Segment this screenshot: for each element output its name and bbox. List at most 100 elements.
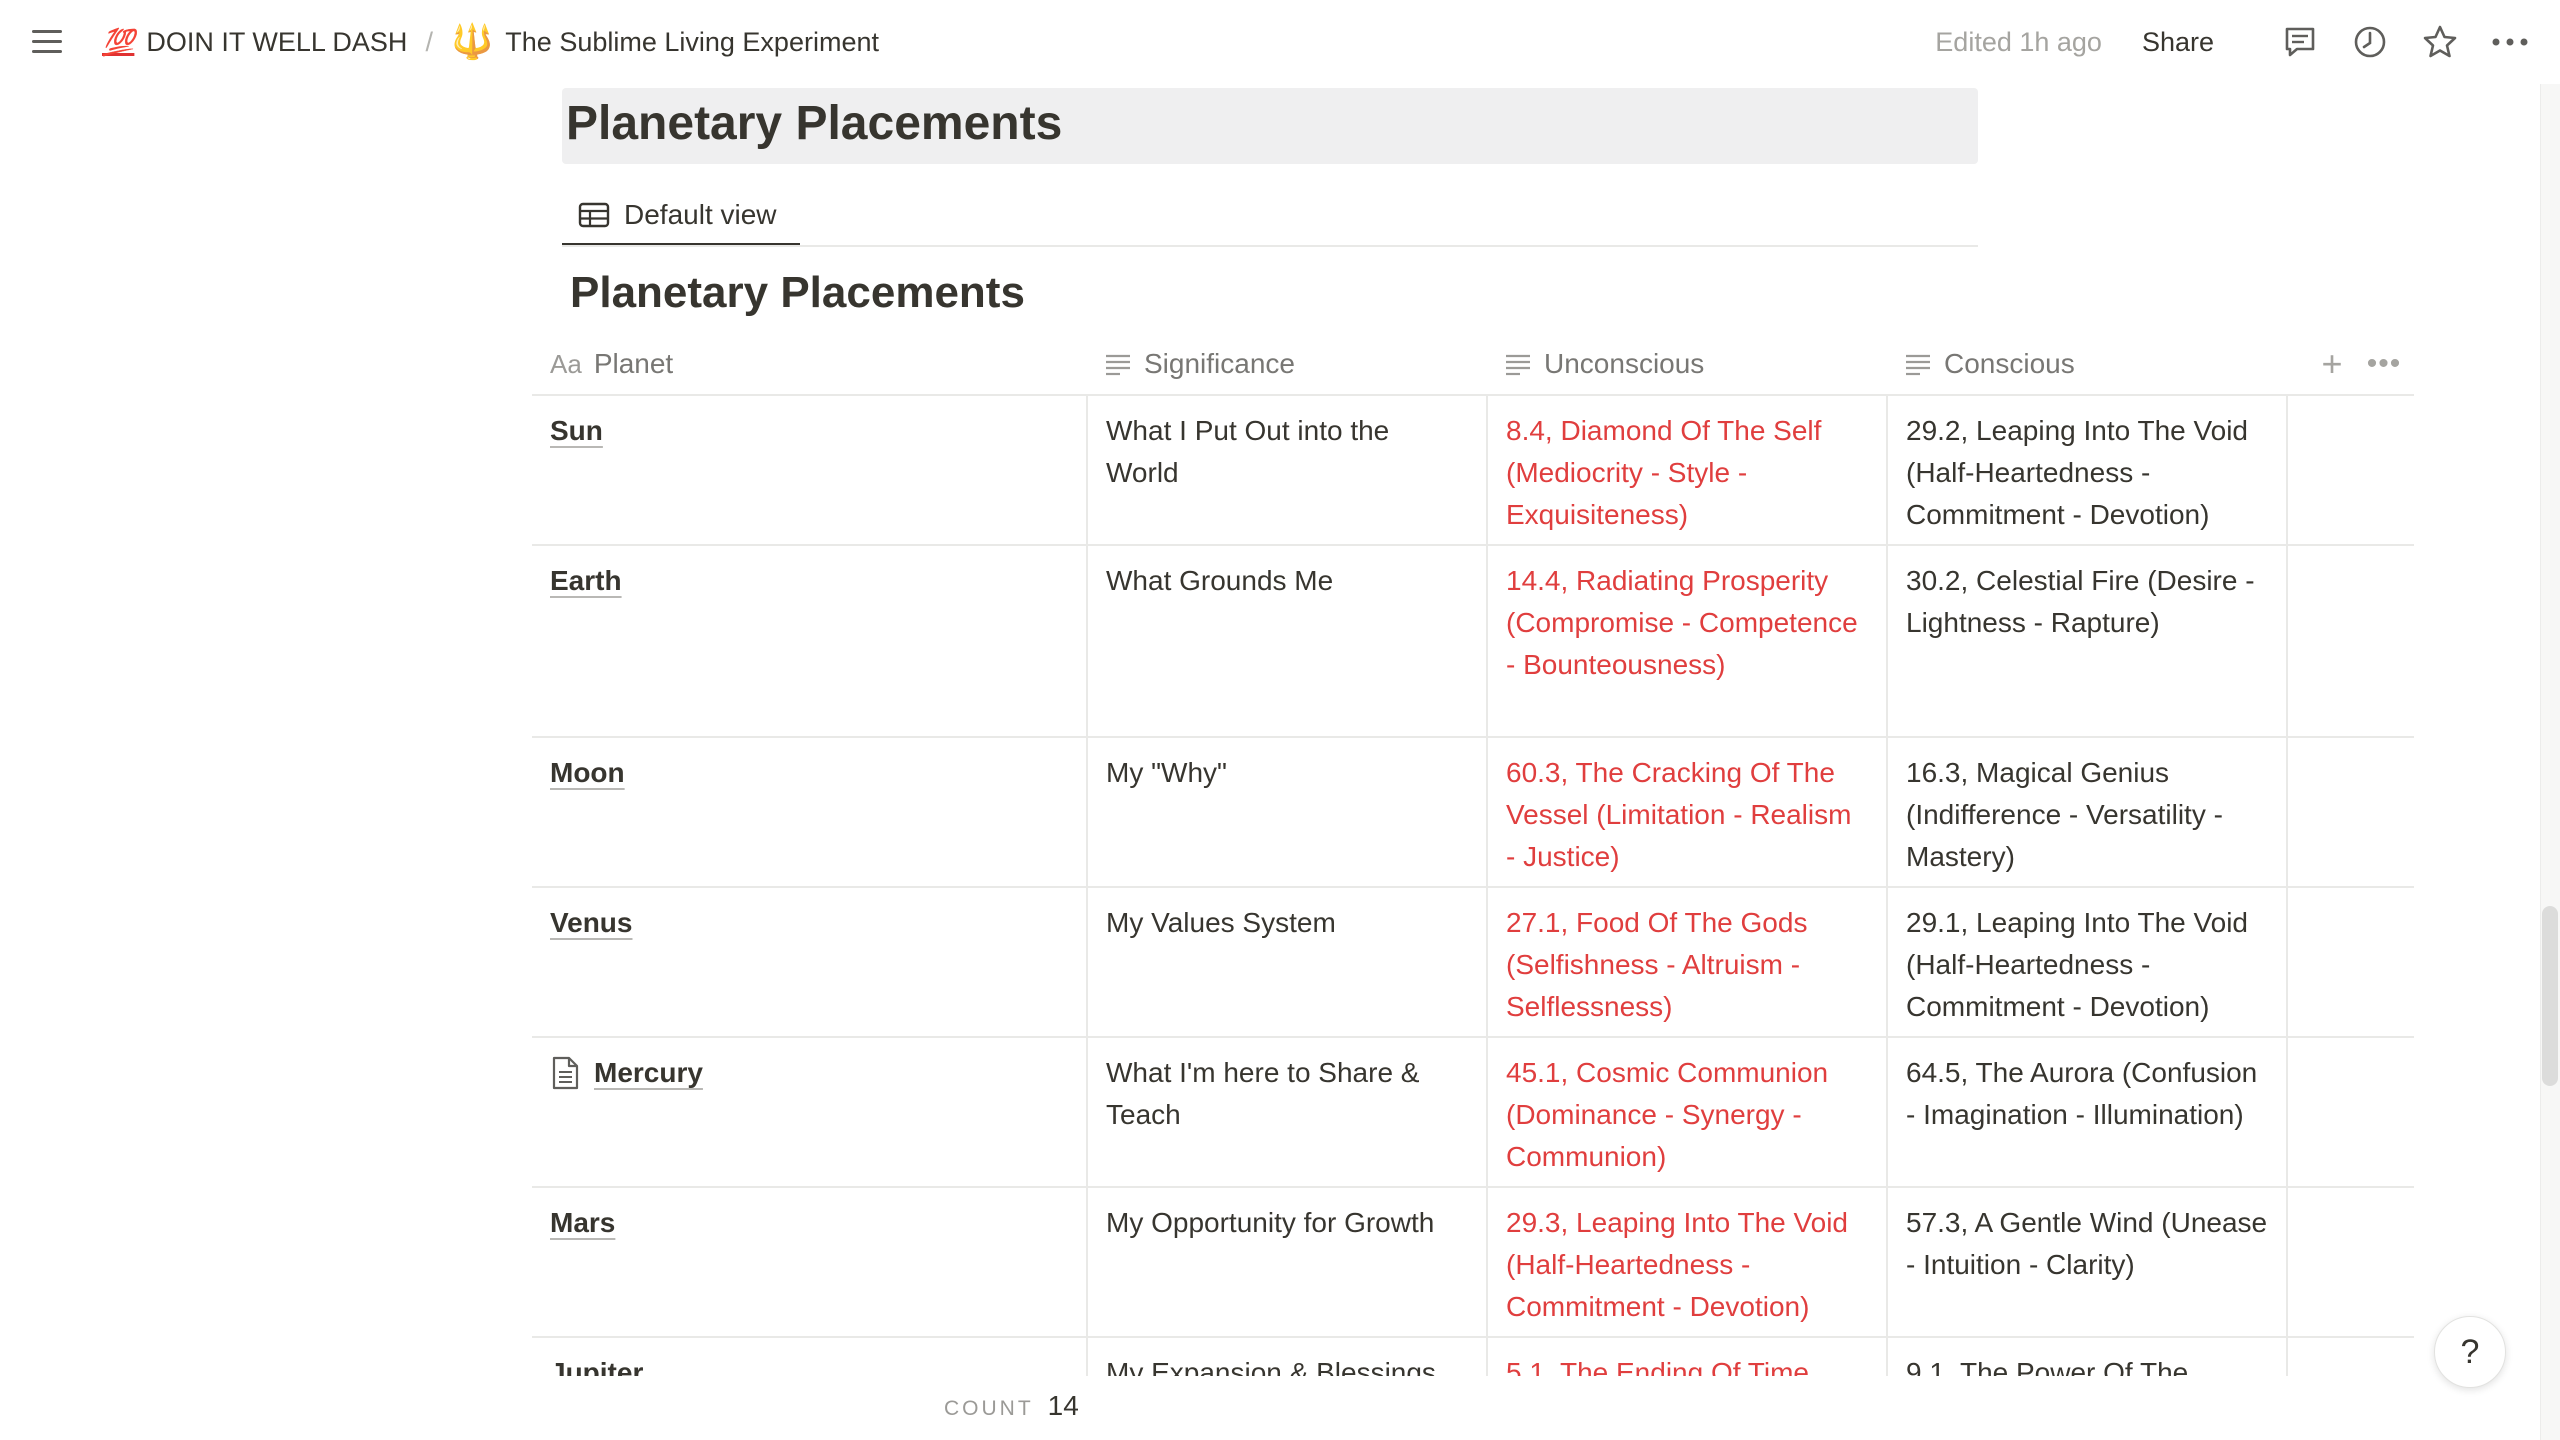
table-view-icon: [578, 202, 610, 227]
share-button[interactable]: Share: [2142, 27, 2214, 58]
page-icon: [552, 1056, 579, 1090]
row-count[interactable]: COUNT 14: [944, 1390, 1079, 1422]
cell-unconscious[interactable]: 27.1, Food Of The Gods (Selfishness - Al…: [1486, 888, 1886, 1036]
cell-unconscious[interactable]: 60.3, The Cracking Of The Vessel (Limita…: [1486, 738, 1886, 886]
column-header-label: Planet: [593, 348, 674, 379]
planet-title[interactable]: Mars: [550, 1202, 615, 1244]
cell-planet[interactable]: Mercury: [532, 1038, 1086, 1186]
column-header-planet[interactable]: Aa Planet: [550, 332, 673, 396]
cell-empty: [2286, 396, 2414, 544]
planet-title[interactable]: Moon: [550, 752, 625, 794]
cell-planet[interactable]: Jupiter: [532, 1338, 1086, 1376]
column-header-conscious[interactable]: Conscious: [1904, 332, 2075, 396]
planet-title[interactable]: Earth: [550, 560, 622, 602]
cell-planet[interactable]: Sun: [532, 396, 1086, 544]
planet-label: Jupiter: [550, 1357, 644, 1376]
scrollbar-thumb[interactable]: [2542, 906, 2558, 1086]
table-row[interactable]: Mercury What I'm here to Share & Teach 4…: [532, 1038, 2414, 1188]
cell-planet[interactable]: Venus: [532, 888, 1086, 1036]
count-label: COUNT: [944, 1397, 1034, 1420]
cell-planet[interactable]: Earth: [532, 546, 1086, 736]
cell-significance[interactable]: What I Put Out into the World: [1086, 396, 1486, 544]
cell-conscious[interactable]: 29.2, Leaping Into The Void (Half-Hearte…: [1886, 396, 2286, 544]
column-header-label: Conscious: [1944, 348, 2075, 379]
hundred-points-icon: 💯: [102, 26, 135, 57]
planet-title[interactable]: Mercury: [550, 1052, 703, 1094]
cell-planet[interactable]: Mars: [532, 1188, 1086, 1336]
text-property-icon: [1506, 354, 1530, 376]
cell-conscious[interactable]: 16.3, Magical Genius (Indifference - Ver…: [1886, 738, 2286, 886]
database-title[interactable]: Planetary Placements: [570, 268, 1025, 318]
favorite-star-icon[interactable]: [2420, 22, 2460, 62]
breadcrumb-workspace-label: DOIN IT WELL DASH: [146, 26, 408, 57]
planet-label: Earth: [550, 565, 622, 596]
planet-label: Moon: [550, 757, 625, 788]
breadcrumb-page-label: The Sublime Living Experiment: [505, 26, 879, 57]
cell-conscious[interactable]: 9.1, The Power Of The: [1886, 1338, 2286, 1376]
cell-empty: [2286, 1188, 2414, 1336]
cell-empty: [2286, 738, 2414, 886]
cell-conscious[interactable]: 57.3, A Gentle Wind (Unease - Intuition …: [1886, 1188, 2286, 1336]
table-row[interactable]: Sun What I Put Out into the World 8.4, D…: [532, 396, 2414, 546]
planet-title[interactable]: Sun: [550, 410, 603, 452]
table-row[interactable]: Moon My "Why" 60.3, The Cracking Of The …: [532, 738, 2414, 888]
cell-significance[interactable]: My Expansion & Blessings: [1086, 1338, 1486, 1376]
more-properties-button[interactable]: •••: [2362, 344, 2406, 384]
breadcrumb-separator: /: [425, 26, 433, 57]
cell-empty: [2286, 1338, 2414, 1376]
more-options-icon[interactable]: [2490, 22, 2530, 62]
cell-unconscious[interactable]: 8.4, Diamond Of The Self (Mediocrity - S…: [1486, 396, 1886, 544]
top-bar: 💯 DOIN IT WELL DASH / 🔱 The Sublime Livi…: [0, 0, 2560, 84]
cell-significance[interactable]: My Opportunity for Growth: [1086, 1188, 1486, 1336]
cell-significance[interactable]: What Grounds Me: [1086, 546, 1486, 736]
help-button[interactable]: ?: [2434, 1316, 2506, 1388]
breadcrumb: 💯 DOIN IT WELL DASH / 🔱 The Sublime Livi…: [98, 22, 883, 62]
view-divider: [562, 245, 1978, 247]
planet-label: Mercury: [594, 1057, 703, 1088]
table-row[interactable]: Jupiter My Expansion & Blessings 5.1, Th…: [532, 1338, 2414, 1376]
column-header-label: Significance: [1144, 348, 1295, 379]
table-row[interactable]: Mars My Opportunity for Growth 29.3, Lea…: [532, 1188, 2414, 1338]
scrollbar-track[interactable]: [2540, 84, 2560, 1440]
add-property-button[interactable]: +: [2312, 343, 2352, 384]
title-property-icon: Aa: [550, 348, 582, 379]
breadcrumb-workspace[interactable]: 💯 DOIN IT WELL DASH: [98, 27, 411, 58]
cell-planet[interactable]: Moon: [532, 738, 1086, 886]
cell-conscious[interactable]: 64.5, The Aurora (Confusion - Imaginatio…: [1886, 1038, 2286, 1186]
text-property-icon: [1106, 354, 1130, 376]
database-table: Aa Planet Significance Unconscious Consc…: [532, 332, 2414, 1376]
text-property-icon: [1906, 354, 1930, 376]
tab-default-view-label: Default view: [624, 198, 777, 230]
table-header: Aa Planet Significance Unconscious Consc…: [532, 332, 2414, 396]
tab-default-view[interactable]: Default view: [562, 186, 800, 246]
planet-title[interactable]: Venus: [550, 902, 632, 944]
cell-empty: [2286, 546, 2414, 736]
planet-label: Venus: [550, 907, 633, 938]
column-header-significance[interactable]: Significance: [1104, 332, 1295, 396]
planet-label: Sun: [550, 415, 603, 446]
table-row[interactable]: Venus My Values System 27.1, Food Of The…: [532, 888, 2414, 1038]
top-actions: Edited 1h ago Share: [1935, 18, 2530, 66]
breadcrumb-page[interactable]: 🔱 The Sublime Living Experiment: [447, 25, 883, 59]
count-value: 14: [1047, 1390, 1079, 1421]
column-header-label: Unconscious: [1544, 348, 1705, 379]
cell-conscious[interactable]: 30.2, Celestial Fire (Desire - Lightness…: [1886, 546, 2286, 736]
history-clock-icon[interactable]: [2350, 22, 2390, 62]
cell-empty: [2286, 888, 2414, 1036]
cell-unconscious[interactable]: 14.4, Radiating Prosperity (Compromise -…: [1486, 546, 1886, 736]
cell-significance[interactable]: What I'm here to Share & Teach: [1086, 1038, 1486, 1186]
planet-label: Mars: [550, 1207, 616, 1238]
cell-conscious[interactable]: 29.1, Leaping Into The Void (Half-Hearte…: [1886, 888, 2286, 1036]
cell-significance[interactable]: My Values System: [1086, 888, 1486, 1036]
cell-unconscious[interactable]: 5.1, The Ending Of Time: [1486, 1338, 1886, 1376]
comments-icon[interactable]: [2280, 22, 2320, 62]
edited-timestamp: Edited 1h ago: [1935, 26, 2102, 57]
cell-unconscious[interactable]: 29.3, Leaping Into The Void (Half-Hearte…: [1486, 1188, 1886, 1336]
page-title[interactable]: Planetary Placements: [566, 96, 1062, 151]
cell-unconscious[interactable]: 45.1, Cosmic Communion (Dominance - Syne…: [1486, 1038, 1886, 1186]
table-row[interactable]: Earth What Grounds Me 14.4, Radiating Pr…: [532, 546, 2414, 738]
cell-significance[interactable]: My "Why": [1086, 738, 1486, 886]
column-header-unconscious[interactable]: Unconscious: [1504, 332, 1704, 396]
planet-title[interactable]: Jupiter: [550, 1352, 643, 1376]
sidebar-menu-icon[interactable]: [28, 24, 68, 60]
